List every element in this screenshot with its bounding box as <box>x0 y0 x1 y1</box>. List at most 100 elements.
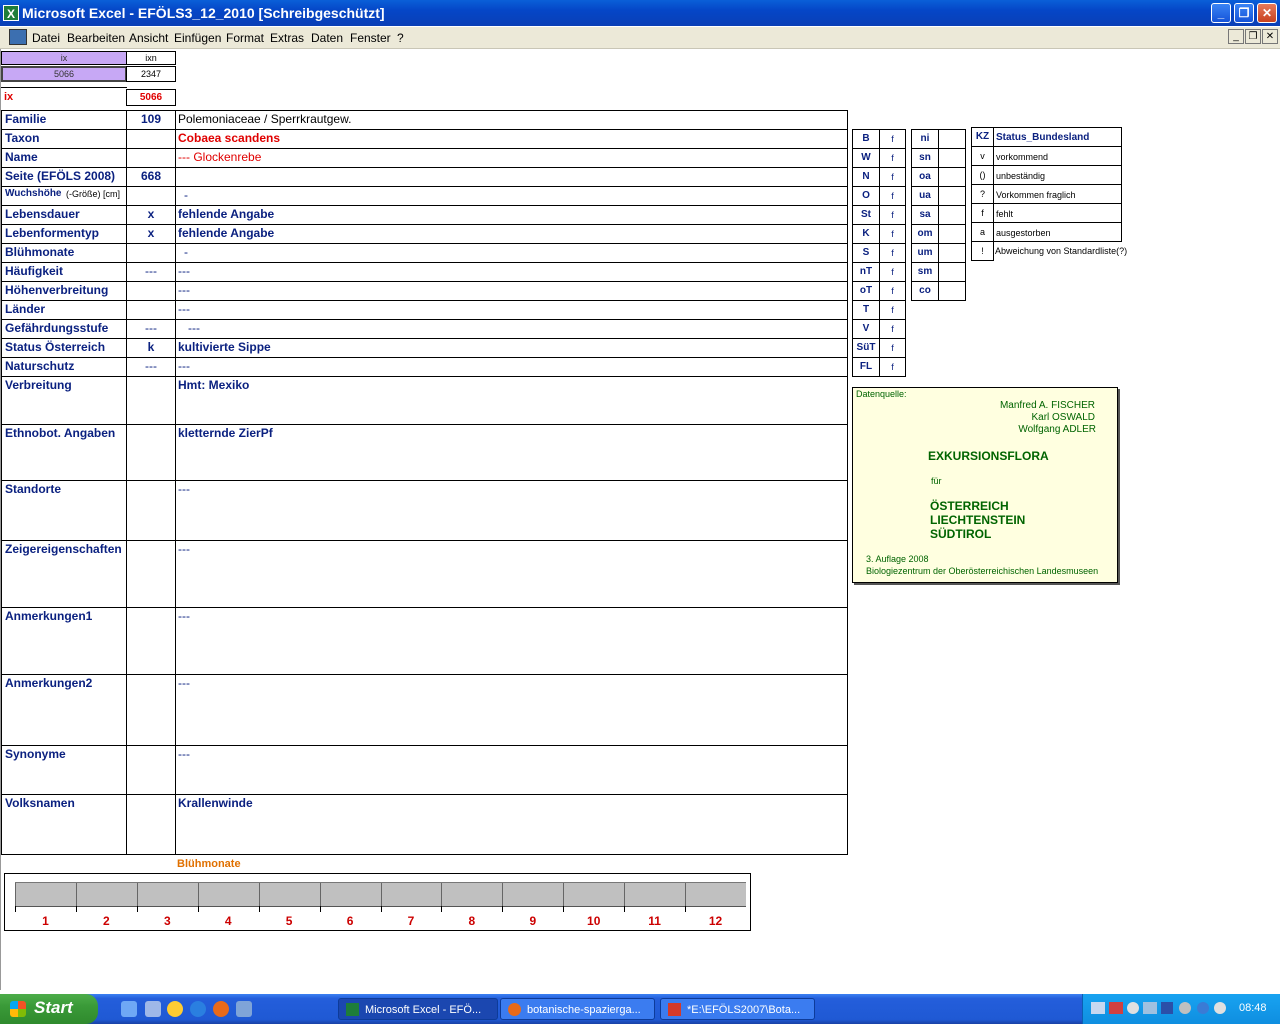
status-zone-code[interactable]: um <box>911 243 939 263</box>
quicklaunch-explorer-icon[interactable] <box>145 1001 161 1017</box>
status-region-code[interactable]: St <box>852 205 880 225</box>
row-value-cell[interactable]: fehlende Angabe <box>175 224 848 244</box>
network-icon[interactable] <box>1091 1002 1105 1014</box>
row-label-cell[interactable]: Wuchshöhe (-Größe) [cm] <box>1 186 127 206</box>
status-region-value[interactable]: f <box>879 148 906 168</box>
status-region-code[interactable]: V <box>852 319 880 339</box>
status-region-value[interactable]: f <box>879 205 906 225</box>
row-code-cell[interactable] <box>126 424 176 481</box>
volume-icon[interactable] <box>1214 1002 1226 1014</box>
row-value-cell[interactable]: --- Glockenrebe <box>175 148 848 168</box>
status-region-value[interactable]: f <box>879 319 906 339</box>
row-code-cell[interactable]: 668 <box>126 167 176 187</box>
menu-einfuegen[interactable]: Einfügen <box>174 31 221 45</box>
menu-fenster[interactable]: Fenster <box>350 31 391 45</box>
row-label-cell[interactable]: Standorte <box>1 480 127 541</box>
row-value-cell[interactable]: Krallenwinde <box>175 794 848 855</box>
row-label-cell[interactable]: Taxon <box>1 129 127 149</box>
row-code-cell[interactable]: 109 <box>126 110 176 130</box>
row-label-cell[interactable]: Status Österreich <box>1 338 127 358</box>
status-zone-code[interactable]: ni <box>911 129 939 149</box>
row-label-cell[interactable]: Länder <box>1 300 127 320</box>
row-value-cell[interactable]: --- <box>175 262 848 282</box>
status-zone-value[interactable] <box>938 205 966 225</box>
status-region-value[interactable]: f <box>879 300 906 320</box>
doc-close-button[interactable]: ✕ <box>1262 29 1278 44</box>
row-value-cell[interactable]: --- <box>175 480 848 541</box>
index-value-ix[interactable]: 5066 <box>1 66 127 82</box>
row-code-cell[interactable] <box>126 745 176 795</box>
quicklaunch-app-icon[interactable] <box>236 1001 252 1017</box>
row-value-cell[interactable]: --- <box>175 745 848 795</box>
ix-value[interactable]: 5066 <box>126 89 176 106</box>
row-code-cell[interactable] <box>126 186 176 206</box>
close-button[interactable]: ✕ <box>1257 3 1277 23</box>
row-label-cell[interactable]: Blühmonate <box>1 243 127 263</box>
row-value-cell[interactable]: - <box>175 186 848 206</box>
row-code-cell[interactable] <box>126 674 176 746</box>
status-region-code[interactable]: nT <box>852 262 880 282</box>
status-zone-value[interactable] <box>938 167 966 187</box>
row-value-cell[interactable]: kultivierte Sippe <box>175 338 848 358</box>
workbook-icon[interactable] <box>9 29 27 45</box>
row-code-cell[interactable]: --- <box>126 319 176 339</box>
menu-ansicht[interactable]: Ansicht <box>129 31 168 45</box>
info-icon[interactable] <box>1197 1002 1209 1014</box>
tray-app-icon[interactable] <box>1143 1002 1157 1014</box>
index-value-ixn[interactable]: 2347 <box>126 66 176 82</box>
row-label-cell[interactable]: Gefährdungsstufe <box>1 319 127 339</box>
status-region-value[interactable]: f <box>879 338 906 358</box>
row-value-cell[interactable]: --- <box>175 300 848 320</box>
row-code-cell[interactable] <box>126 607 176 675</box>
status-region-code[interactable]: T <box>852 300 880 320</box>
status-zone-code[interactable]: om <box>911 224 939 244</box>
row-value-cell[interactable]: --- <box>175 357 848 377</box>
row-value-cell[interactable]: --- <box>175 281 848 301</box>
quicklaunch-media-icon[interactable] <box>167 1001 183 1017</box>
status-region-value[interactable]: f <box>879 243 906 263</box>
row-code-cell[interactable] <box>126 794 176 855</box>
status-region-value[interactable]: f <box>879 129 906 149</box>
row-value-cell[interactable]: Polemoniaceae / Sperrkrautgew. <box>175 110 848 130</box>
row-label-cell[interactable]: Höhenverbreitung <box>1 281 127 301</box>
row-code-cell[interactable] <box>126 540 176 608</box>
row-label-cell[interactable]: Lebensdauer <box>1 205 127 225</box>
status-region-code[interactable]: O <box>852 186 880 206</box>
quicklaunch-firefox-icon[interactable] <box>213 1001 229 1017</box>
row-label-cell[interactable]: Ethnobot. Angaben <box>1 424 127 481</box>
status-region-value[interactable]: f <box>879 357 906 377</box>
row-value-cell[interactable]: --- <box>175 674 848 746</box>
status-zone-value[interactable] <box>938 148 966 168</box>
row-label-cell[interactable]: Name <box>1 148 127 168</box>
row-value-cell[interactable]: Hmt: Mexiko <box>175 376 848 425</box>
status-region-code[interactable]: W <box>852 148 880 168</box>
row-value-cell[interactable]: --- <box>175 607 848 675</box>
row-code-cell[interactable]: k <box>126 338 176 358</box>
menu-extras[interactable]: Extras <box>270 31 304 45</box>
quicklaunch-desktop-icon[interactable] <box>121 1001 137 1017</box>
clock[interactable]: 08:48 <box>1239 1002 1267 1014</box>
row-label-cell[interactable]: Familie <box>1 110 127 130</box>
row-code-cell[interactable] <box>126 243 176 263</box>
row-value-cell[interactable]: - <box>175 243 848 263</box>
row-value-cell[interactable] <box>175 167 848 187</box>
row-label-cell[interactable]: Naturschutz <box>1 357 127 377</box>
status-region-code[interactable]: K <box>852 224 880 244</box>
status-region-value[interactable]: f <box>879 262 906 282</box>
row-code-cell[interactable] <box>126 376 176 425</box>
status-region-code[interactable]: N <box>852 167 880 187</box>
status-zone-value[interactable] <box>938 224 966 244</box>
status-region-code[interactable]: SüT <box>852 338 880 358</box>
status-region-value[interactable]: f <box>879 167 906 187</box>
menu-datei[interactable]: Datei <box>32 31 60 45</box>
status-zone-code[interactable]: sn <box>911 148 939 168</box>
security-icon[interactable] <box>1109 1002 1123 1014</box>
row-code-cell[interactable]: --- <box>126 262 176 282</box>
row-label-cell[interactable]: Synonyme <box>1 745 127 795</box>
row-code-cell[interactable]: --- <box>126 357 176 377</box>
tray-settings-icon[interactable] <box>1179 1002 1191 1014</box>
status-zone-code[interactable]: sa <box>911 205 939 225</box>
status-zone-code[interactable]: oa <box>911 167 939 187</box>
row-label-cell[interactable]: Anmerkungen2 <box>1 674 127 746</box>
row-label-cell[interactable]: Häufigkeit <box>1 262 127 282</box>
